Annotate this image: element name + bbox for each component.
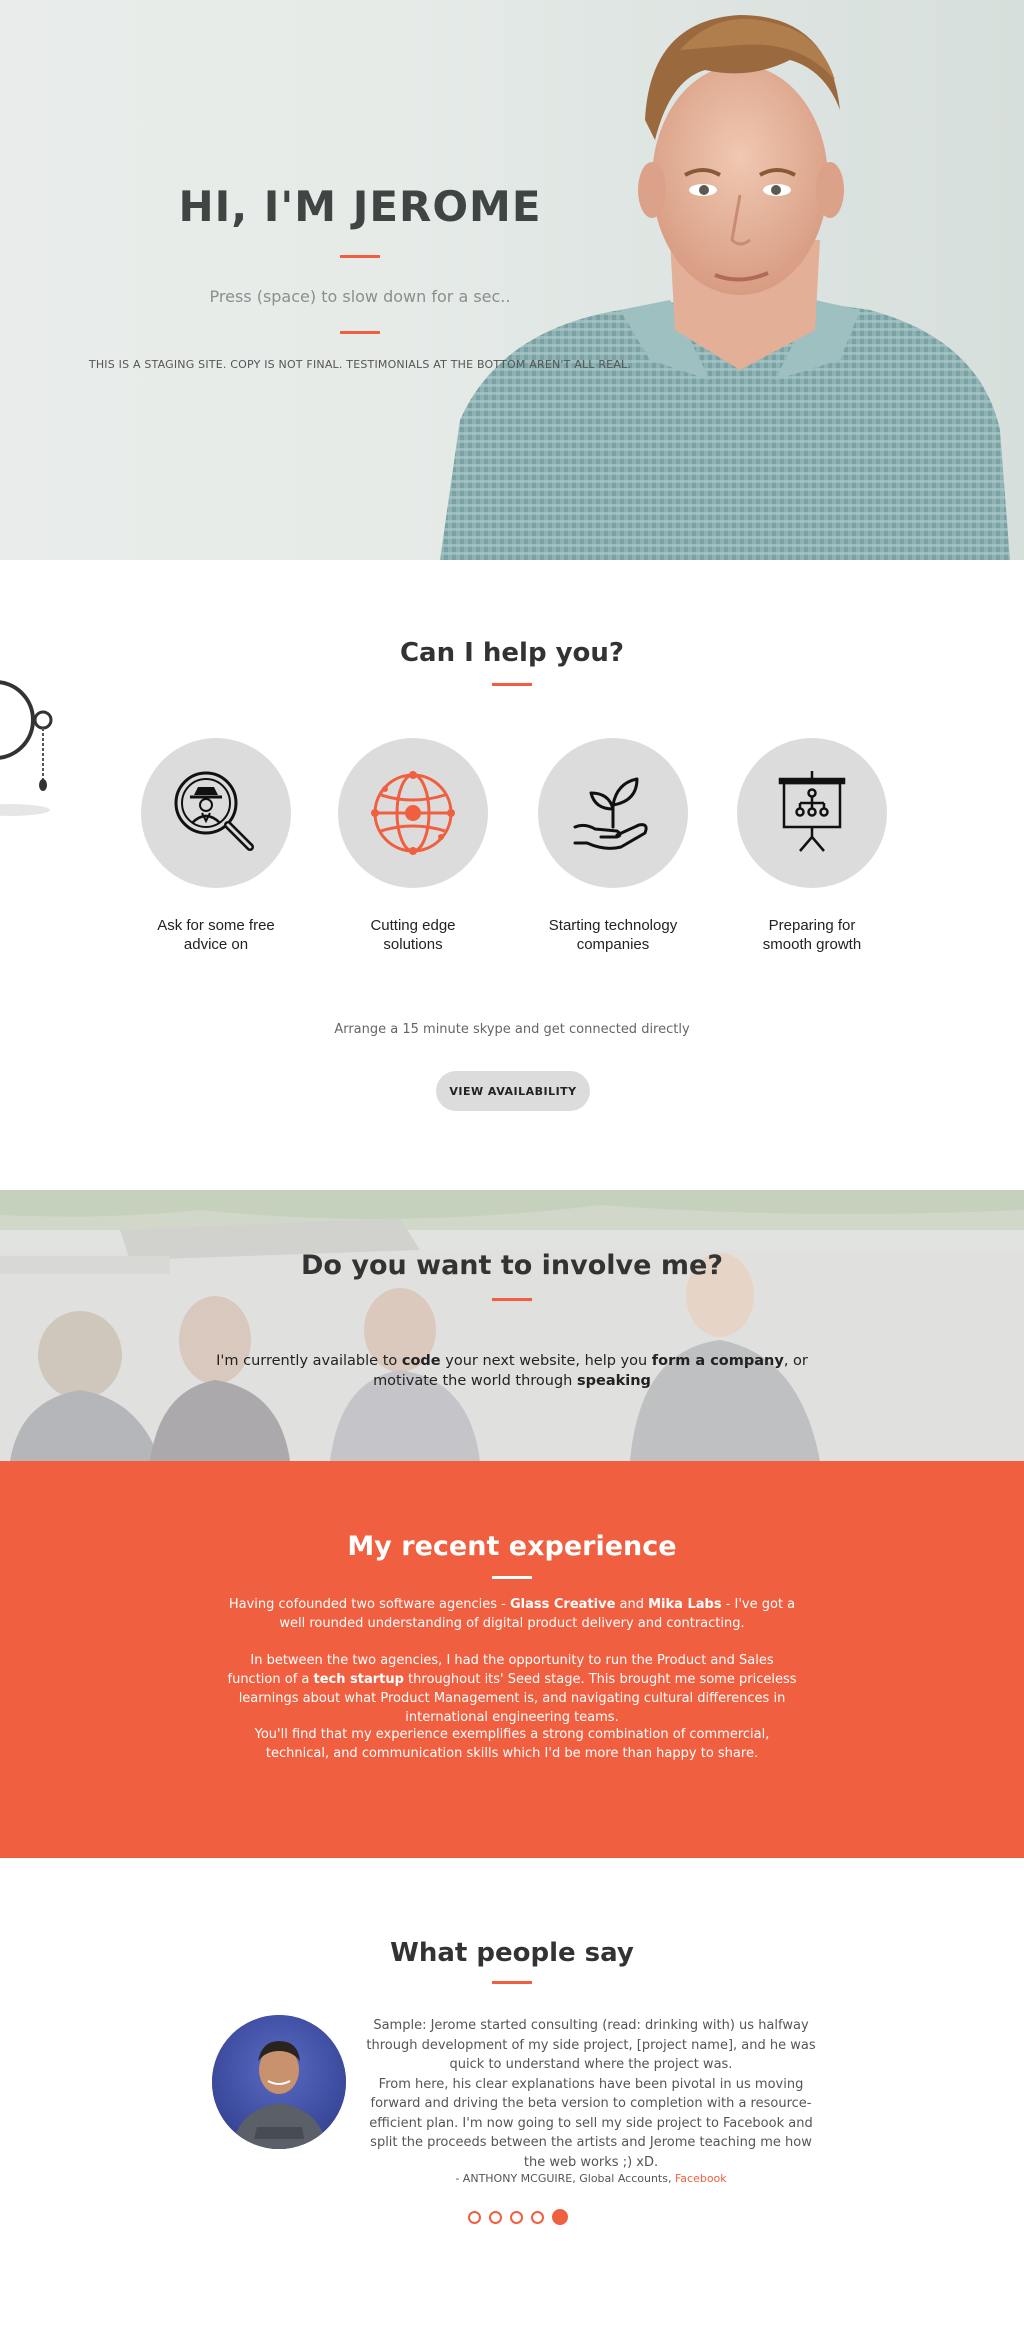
hero-title: HI, I'M JEROME	[178, 182, 542, 231]
service-growth[interactable]: Preparing for smooth growth	[736, 738, 888, 954]
testimonial-company-link[interactable]: Facebook	[675, 2172, 727, 2185]
service-advice-label: Ask for some free advice on	[157, 917, 275, 953]
avatar	[212, 2015, 346, 2149]
carousel-dot-2[interactable]	[489, 2210, 502, 2224]
service-advice-circle	[141, 738, 291, 888]
exp-mika-labs: Mika Labs	[648, 1597, 722, 1612]
service-solutions-circle	[338, 738, 488, 888]
pocket-watch-decoration	[0, 680, 53, 816]
testimonials-title: What people say	[390, 1938, 634, 1968]
hero-divider-2	[340, 331, 380, 334]
experience-paragraph-3: You'll find that my experience exemplifi…	[254, 1727, 770, 1761]
testimonial-quote-1: Sample: Jerome started consulting (read:…	[366, 2018, 816, 2072]
involve-bold-company: form a company	[651, 1353, 784, 1369]
testimonial-author-name: - ANTHONY MCGUIRE, Global Accounts,	[455, 2172, 675, 2185]
help-divider	[492, 683, 532, 686]
exp-p1-c: and	[615, 1597, 649, 1612]
involve-text-1: I'm currently available to	[216, 1353, 402, 1369]
service-startups-circle	[538, 738, 688, 888]
hero-section: HI, I'M JEROME Press (space) to slow dow…	[0, 0, 1024, 560]
testimonial-quote-2: From here, his clear explanations have b…	[369, 2076, 813, 2170]
staging-notice: THIS IS A STAGING SITE. COPY IS NOT FINA…	[88, 358, 632, 371]
involve-title: Do you want to involve me?	[301, 1250, 723, 1281]
exp-glass-creative: Glass Creative	[509, 1597, 616, 1612]
service-growth-label: Preparing for smooth growth	[762, 917, 862, 953]
hero-divider	[340, 255, 380, 258]
testimonial-avatar-photo	[212, 2015, 346, 2149]
involve-bold-speaking: speaking	[576, 1373, 651, 1389]
view-availability-button[interactable]: VIEW AVAILABILITY	[436, 1071, 590, 1111]
involve-divider	[492, 1298, 532, 1301]
involve-text-2: your next website, help you	[440, 1353, 652, 1369]
globe-network-icon	[371, 771, 455, 855]
carousel-dot-3[interactable]	[510, 2210, 523, 2224]
help-title: Can I help you?	[399, 638, 625, 668]
involve-bold-code: code	[401, 1353, 441, 1369]
experience-title: My recent experience	[347, 1531, 677, 1562]
service-advice[interactable]: Ask for some free advice on	[140, 738, 292, 954]
carousel-dot-4[interactable]	[531, 2210, 544, 2224]
involve-background-photo	[0, 1190, 1024, 1461]
service-startups-label: Starting technology companies	[548, 917, 678, 953]
presentation-chart-icon	[778, 771, 846, 852]
carousel-dot-1[interactable]	[468, 2210, 481, 2224]
testimonial-quote: Sample: Jerome started consulting (read:…	[366, 2016, 816, 2172]
experience-divider	[492, 1576, 532, 1579]
service-startups[interactable]: Starting technology companies	[537, 738, 689, 954]
exp-p1-a: Having cofounded two software agencies -	[228, 1597, 510, 1612]
exp-tech-startup: tech startup	[313, 1672, 404, 1687]
magnifier-person-icon	[174, 771, 254, 851]
arrange-text: Arrange a 15 minute skype and get connec…	[334, 1022, 690, 1037]
experience-paragraph-2: In between the two agencies, I had the o…	[222, 1651, 802, 1727]
service-solutions[interactable]: Cutting edge solutions	[337, 738, 489, 954]
involve-section: Do you want to involve me? I'm currently…	[0, 1190, 1024, 1461]
service-solutions-label: Cutting edge solutions	[370, 917, 456, 953]
hero-portrait-photo	[440, 15, 1010, 560]
experience-paragraph-1: Having cofounded two software agencies -…	[222, 1595, 802, 1633]
carousel-dot-5[interactable]	[552, 2209, 568, 2225]
involve-text: I'm currently available to code your nex…	[212, 1351, 812, 1391]
testimonial-author: - ANTHONY MCGUIRE, Global Accounts, Face…	[366, 2172, 816, 2185]
experience-section: My recent experience Having cofounded tw…	[0, 1461, 1024, 1858]
testimonials-divider	[492, 1981, 532, 1984]
service-growth-circle	[737, 738, 887, 888]
plant-in-hand-icon	[573, 777, 648, 850]
carousel-dots	[468, 2209, 568, 2225]
hero-subtitle: Press (space) to slow down for a sec..	[209, 287, 511, 306]
